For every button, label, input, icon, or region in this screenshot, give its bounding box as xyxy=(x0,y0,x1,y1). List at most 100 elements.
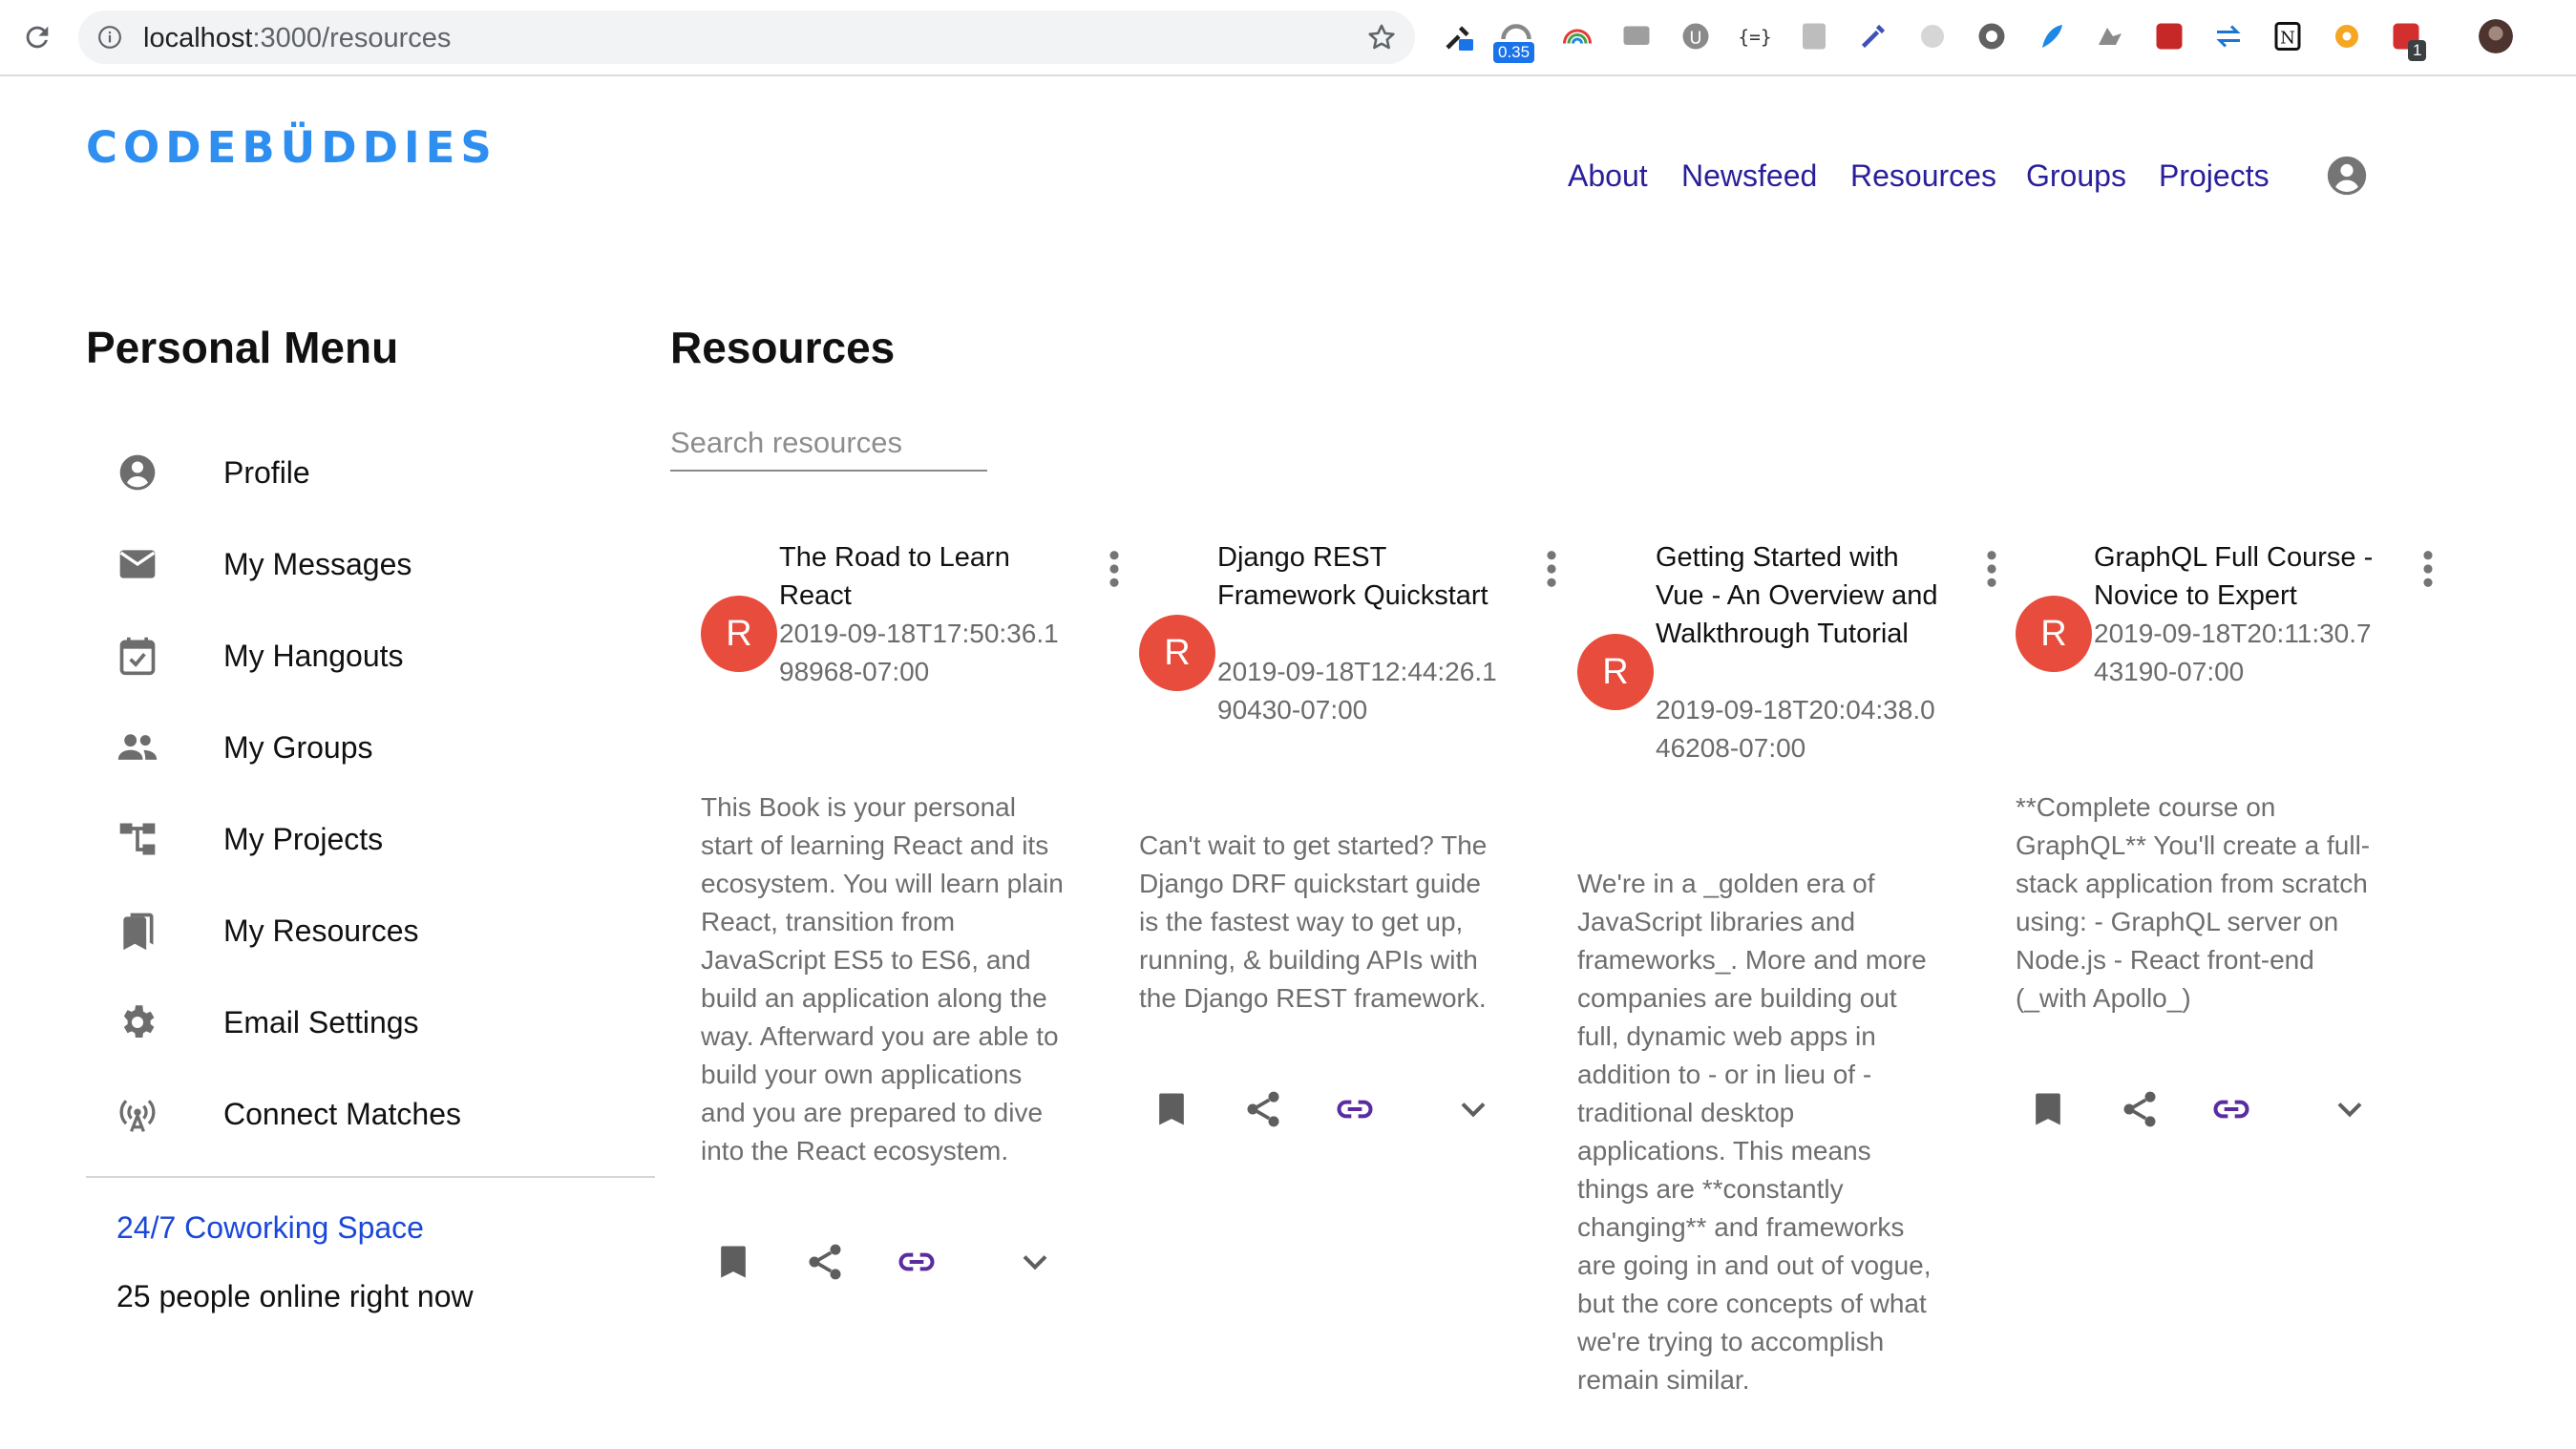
feather-extension-icon[interactable] xyxy=(2034,19,2068,53)
share-icon[interactable] xyxy=(2119,1088,2161,1130)
menu-item-hangouts[interactable]: My Hangouts xyxy=(86,622,655,689)
url-path: :3000/resources xyxy=(252,23,452,53)
resource-card: R GraphQL Full Course - Novice to Expert… xyxy=(1985,535,2433,1394)
speed-badge: 0.35 xyxy=(1493,42,1535,63)
shield-extension-icon[interactable]: U xyxy=(1679,19,1713,53)
svg-text:U: U xyxy=(1689,29,1701,49)
resource-date: 2019-09-18T17:50:36.198968-07:00 xyxy=(779,619,1059,686)
nav-groups[interactable]: Groups xyxy=(2026,158,2126,194)
pipette-extension-icon[interactable] xyxy=(1856,19,1890,53)
bookmark-icon[interactable] xyxy=(712,1241,754,1283)
resource-title[interactable]: GraphQL Full Course - Novice to Expert xyxy=(2094,538,2380,615)
reader-extension-icon[interactable] xyxy=(1797,19,1831,53)
site-logo[interactable]: CODEBÜDDIES xyxy=(86,122,497,173)
broadcast-antenna-icon xyxy=(119,1100,156,1132)
browser-toolbar: localhost:3000/resources 0.35 U {=} N 1 xyxy=(0,0,2576,76)
calendar-check-icon xyxy=(119,637,156,676)
account-circle-icon xyxy=(119,454,156,491)
wolf-extension-icon[interactable] xyxy=(2093,19,2127,53)
card-actions xyxy=(1147,1088,1510,1136)
menu-item-groups[interactable]: My Groups xyxy=(86,714,655,781)
reload-icon[interactable] xyxy=(21,21,53,53)
menu-item-label: My Groups xyxy=(223,730,373,765)
menu-item-projects[interactable]: My Projects xyxy=(86,806,655,872)
sidebar-divider xyxy=(86,1176,655,1178)
swap-extension-icon[interactable] xyxy=(2211,19,2246,53)
rainbow-extension-icon[interactable] xyxy=(1560,19,1594,53)
project-tree-icon xyxy=(119,823,156,855)
gear-icon xyxy=(123,1005,155,1039)
resource-card: R Django REST Framework Quickstart 2019-… xyxy=(1109,535,1556,1394)
ghost-extension-icon[interactable] xyxy=(1915,19,1950,53)
avatar: R xyxy=(1139,615,1215,691)
search-input[interactable] xyxy=(670,416,987,472)
nav-projects[interactable]: Projects xyxy=(2159,158,2270,194)
todo-badge: 1 xyxy=(2408,40,2427,61)
link-icon[interactable] xyxy=(2210,1088,2252,1130)
menu-item-email-settings[interactable]: Email Settings xyxy=(86,989,655,1056)
address-bar[interactable]: localhost:3000/resources xyxy=(78,10,1415,64)
chat-extension-icon[interactable] xyxy=(1619,19,1654,53)
eyedropper-extension-icon[interactable] xyxy=(1442,19,1476,53)
menu-item-connect-matches[interactable]: Connect Matches xyxy=(86,1081,655,1147)
extension-toolbar: 0.35 U {=} N 1 xyxy=(1432,13,2576,63)
avatar: R xyxy=(1577,634,1654,710)
share-icon[interactable] xyxy=(1242,1088,1284,1130)
avatar: R xyxy=(701,596,777,672)
resource-description: This Book is your personal start of lear… xyxy=(701,792,1064,1166)
bookmark-icon[interactable] xyxy=(2027,1088,2069,1130)
film-extension-icon[interactable] xyxy=(1974,19,2009,53)
resource-title[interactable]: The Road to Learn React xyxy=(779,538,1066,615)
url-text: localhost:3000/resources xyxy=(143,23,451,54)
resource-title[interactable]: Django REST Framework Quickstart xyxy=(1217,538,1504,615)
share-icon[interactable] xyxy=(804,1241,846,1283)
nav-resources[interactable]: Resources xyxy=(1850,158,1996,194)
personal-menu-title: Personal Menu xyxy=(86,323,399,372)
notion-extension-icon[interactable]: N xyxy=(2270,19,2305,53)
resource-date: 2019-09-18T20:11:30.743190-07:00 xyxy=(2094,619,2372,686)
svg-text:N: N xyxy=(2280,29,2295,49)
json-extension-icon[interactable]: {=} xyxy=(1738,19,1772,53)
online-count-text: 25 people online right now xyxy=(116,1279,474,1313)
svg-text:{=}: {=} xyxy=(1738,27,1771,49)
menu-item-label: Email Settings xyxy=(223,1005,419,1040)
bookmark-star-icon[interactable] xyxy=(1365,21,1398,53)
chevron-down-icon[interactable] xyxy=(2329,1088,2371,1130)
resource-title[interactable]: Getting Started with Vue - An Overview a… xyxy=(1656,538,1942,653)
link-icon[interactable] xyxy=(896,1241,938,1283)
profile-avatar-icon[interactable] xyxy=(2479,19,2513,53)
menu-item-label: My Hangouts xyxy=(223,639,404,673)
bookmarks-icon xyxy=(123,913,154,951)
chevron-down-icon[interactable] xyxy=(1014,1241,1056,1283)
resource-date: 2019-09-18T20:04:38.046208-07:00 xyxy=(1656,695,1935,763)
site-info-icon[interactable] xyxy=(97,25,122,50)
menu-item-label: My Projects xyxy=(223,822,384,856)
resource-description: We're in a _golden era of JavaScript lib… xyxy=(1577,869,1932,1395)
menu-item-label: My Messages xyxy=(223,547,412,581)
chevron-down-icon[interactable] xyxy=(1452,1088,1494,1130)
menu-item-label: Profile xyxy=(223,455,310,490)
nav-newsfeed[interactable]: Newsfeed xyxy=(1681,158,1817,194)
menu-item-label: My Resources xyxy=(223,914,419,948)
resource-description: **Complete course on GraphQL** You'll cr… xyxy=(2016,792,2371,1013)
avatar: R xyxy=(2016,596,2092,672)
resource-card: R Getting Started with Vue - An Overview… xyxy=(1547,535,1996,1395)
mail-icon xyxy=(119,550,156,578)
menu-item-label: Connect Matches xyxy=(223,1097,462,1131)
url-host: localhost xyxy=(143,23,253,53)
bookmark-icon[interactable] xyxy=(1151,1088,1193,1130)
menu-item-profile[interactable]: Profile xyxy=(86,439,655,506)
menu-item-resources[interactable]: My Resources xyxy=(86,897,655,964)
resource-card: R The Road to Learn React 2019-09-18T17:… xyxy=(670,535,1119,1394)
card-actions xyxy=(708,1241,1071,1289)
puzzle-extension-icon[interactable] xyxy=(2152,19,2186,53)
menu-item-messages[interactable]: My Messages xyxy=(86,531,655,598)
gear-extension-icon[interactable] xyxy=(2330,19,2364,53)
more-vert-icon[interactable] xyxy=(2422,550,2434,588)
link-icon[interactable] xyxy=(1334,1088,1376,1130)
resource-date: 2019-09-18T12:44:26.190430-07:00 xyxy=(1217,657,1497,724)
coworking-space-link[interactable]: 24/7 Coworking Space xyxy=(116,1210,424,1246)
account-circle-icon[interactable] xyxy=(2326,155,2368,197)
nav-about[interactable]: About xyxy=(1568,158,1648,194)
page-title: Resources xyxy=(670,323,896,372)
